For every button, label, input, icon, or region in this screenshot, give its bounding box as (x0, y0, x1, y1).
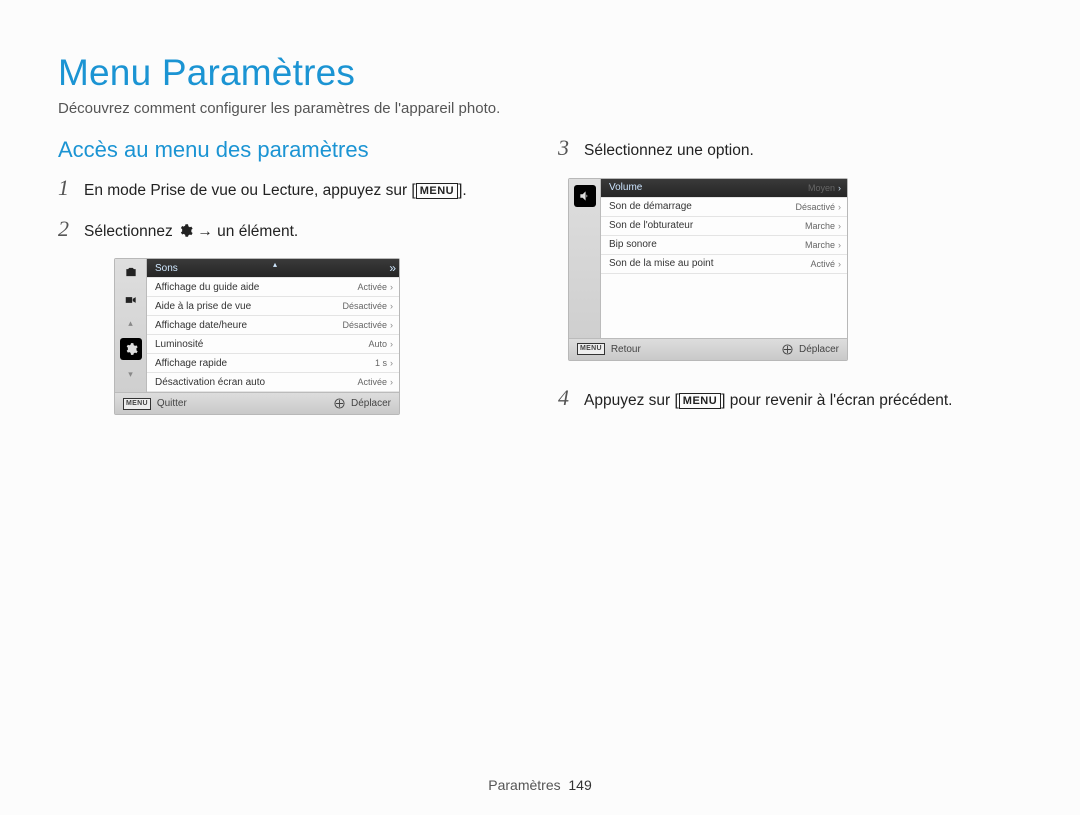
row-value: Moyen (808, 183, 835, 193)
chevron-right-icon: › (390, 320, 393, 330)
row-label: Sons (155, 263, 178, 274)
chevron-down-icon: ▾ (128, 370, 133, 379)
nav-cross-icon (334, 398, 346, 410)
page-number: 149 (568, 777, 591, 793)
menu-row: Affichage date/heure Désactivée› (147, 316, 399, 335)
footer-right-label: Déplacer (799, 344, 839, 355)
blank-row (601, 274, 847, 338)
menu-row: Désactivation écran auto Activée› (147, 373, 399, 392)
speaker-icon (574, 185, 596, 207)
step-2-post: → un élément. (197, 223, 298, 240)
footer-left-label: Quitter (157, 398, 187, 409)
row-label: Luminosité (155, 339, 203, 350)
chevron-right-icon: › (838, 183, 841, 193)
step-number: 1 (58, 177, 84, 199)
menu-row-sons: ▴ Sons » (147, 259, 399, 278)
row-value: Activée (357, 282, 387, 292)
chevron-right-icon: › (838, 240, 841, 250)
page-footer: Paramètres 149 (0, 777, 1080, 793)
row-value: Désactivée (342, 301, 387, 311)
menu-row: Luminosité Auto› (147, 335, 399, 354)
row-value: Activé (810, 259, 835, 269)
step-text: Appuyez sur [MENU] pour revenir à l'écra… (584, 387, 1022, 412)
chevron-right-icon: › (390, 301, 393, 311)
camcorder-icon (122, 291, 140, 309)
row-value: Auto (368, 339, 387, 349)
menu-row: Aide à la prise de vue Désactivée› (147, 297, 399, 316)
row-value: Marche (805, 240, 835, 250)
chevron-right-icon: › (838, 221, 841, 231)
lcd-menu-list: ▴ Sons » Affichage du guide aide Activée… (147, 259, 399, 392)
row-label: Désactivation écran auto (155, 377, 265, 388)
step-2: 2 Sélectionnez → un élément. (58, 218, 522, 243)
chevron-right-icon: › (390, 358, 393, 368)
menu-button-label: MENU (416, 183, 458, 199)
row-value: Activée (357, 377, 387, 387)
chevron-right-icon: › (838, 202, 841, 212)
step-4-post: ] pour revenir à l'écran précédent. (721, 392, 952, 409)
footer-right-label: Déplacer (351, 398, 391, 409)
step-2-pre: Sélectionnez (84, 223, 177, 240)
page-title: Menu Paramètres (58, 52, 1022, 94)
step-1-pre: En mode Prise de vue ou Lecture, appuyez… (84, 182, 416, 199)
lcd-screenshot-settings: ▴ ▾ ▴ Sons » Affichage du guid (114, 258, 400, 415)
row-label: Bip sonore (609, 239, 657, 250)
menu-button-label: MENU (679, 393, 721, 409)
chevron-up-icon: ▴ (128, 319, 133, 328)
menu-row: Affichage rapide 1 s› (147, 354, 399, 373)
row-value: Désactivée (342, 320, 387, 330)
step-4-pre: Appuyez sur [ (584, 392, 679, 409)
step-text: Sélectionnez une option. (584, 137, 1022, 162)
lcd-sidebar: ▴ ▾ (115, 259, 147, 392)
menu-row: Son de l'obturateur Marche› (601, 217, 847, 236)
lcd-menu-list: Volume Moyen› Son de démarrage Désactivé… (601, 179, 847, 338)
chevron-up-icon: ▴ (273, 260, 277, 269)
step-3: 3 Sélectionnez une option. (558, 137, 1022, 162)
lcd-footer: MENU Quitter Déplacer (115, 392, 399, 414)
nav-cross-icon (782, 343, 794, 355)
menu-row: Son de démarrage Désactivé› (601, 198, 847, 217)
row-label: Son de la mise au point (609, 258, 714, 269)
step-number: 3 (558, 137, 584, 159)
menu-row: Son de la mise au point Activé› (601, 255, 847, 274)
menu-row: Affichage du guide aide Activée› (147, 278, 399, 297)
gear-icon (177, 222, 193, 238)
row-value: 1 s (375, 358, 387, 368)
chevron-right-icon: › (390, 339, 393, 349)
step-1: 1 En mode Prise de vue ou Lecture, appuy… (58, 177, 522, 202)
row-label: Son de démarrage (609, 201, 692, 212)
menu-row-volume: Volume Moyen› (601, 179, 847, 198)
row-label: Son de l'obturateur (609, 220, 693, 231)
chevron-double-right-icon: » (389, 261, 393, 275)
chevron-right-icon: › (390, 377, 393, 387)
step-number: 2 (58, 218, 84, 240)
menu-row: Bip sonore Marche› (601, 236, 847, 255)
chevron-right-icon: › (838, 259, 841, 269)
page-subtitle: Découvrez comment configurer les paramèt… (58, 100, 1022, 117)
lcd-screenshot-sound: Volume Moyen› Son de démarrage Désactivé… (568, 178, 848, 361)
row-value: Désactivé (795, 202, 835, 212)
step-number: 4 (558, 387, 584, 409)
row-label: Affichage rapide (155, 358, 227, 369)
section-heading: Accès au menu des paramètres (58, 137, 522, 163)
step-1-post: ]. (458, 182, 467, 199)
row-label: Affichage du guide aide (155, 282, 259, 293)
camera-icon (122, 263, 140, 281)
step-text: Sélectionnez → un élément. (84, 218, 522, 243)
footer-left-label: Retour (611, 344, 641, 355)
chevron-right-icon: › (390, 282, 393, 292)
row-value: Marche (805, 221, 835, 231)
lcd-footer: MENU Retour Déplacer (569, 338, 847, 360)
lcd-sidebar (569, 179, 601, 338)
step-text: En mode Prise de vue ou Lecture, appuyez… (84, 177, 522, 202)
footer-section: Paramètres (488, 777, 560, 793)
menu-small-label: MENU (123, 398, 151, 410)
gear-icon (120, 338, 142, 360)
row-label: Volume (609, 182, 642, 193)
row-label: Affichage date/heure (155, 320, 247, 331)
menu-small-label: MENU (577, 343, 605, 355)
row-label: Aide à la prise de vue (155, 301, 251, 312)
step-4: 4 Appuyez sur [MENU] pour revenir à l'éc… (558, 387, 1022, 412)
